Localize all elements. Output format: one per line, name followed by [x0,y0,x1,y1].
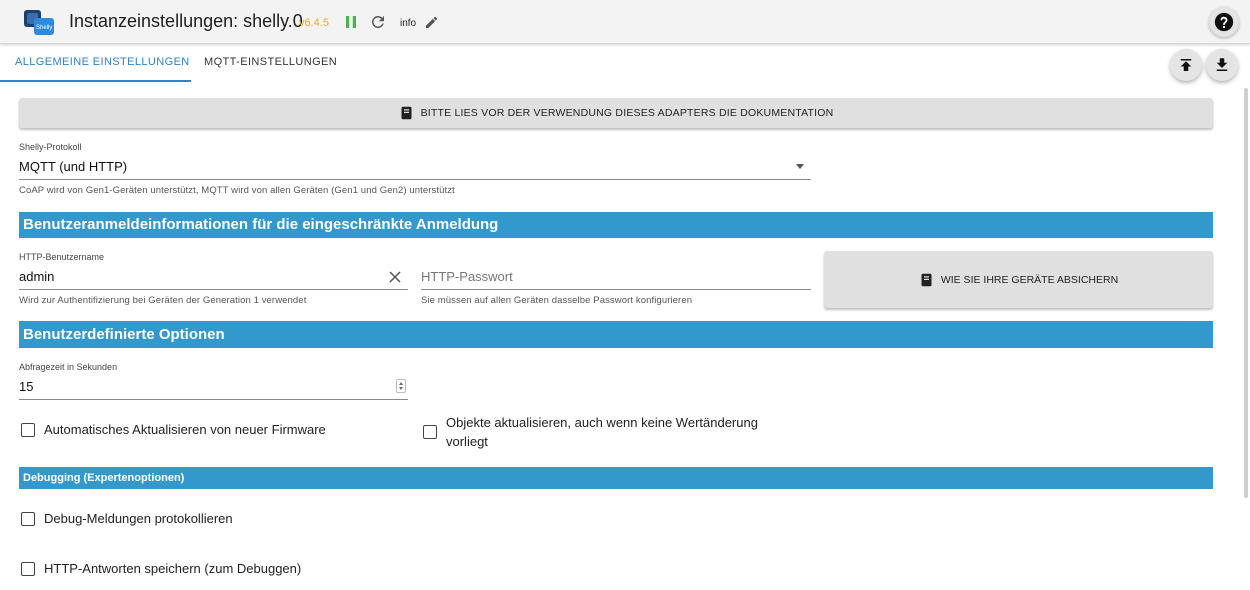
close-icon[interactable] [388,270,402,284]
protocol-helper: CoAP wird von Gen1-Geräten unterstützt, … [19,185,455,196]
app-header: Shelly Instanzeinstellungen: shelly.0 v6… [0,0,1250,44]
debug-log-label: Debug-Meldungen protokollieren [44,511,233,526]
section-custom-options: Benutzerdefinierte Optionen [19,321,1213,348]
protocol-label: Shelly-Protokoll [19,142,82,152]
book-icon [921,273,932,286]
shelly-logo-icon: Shelly [24,10,54,35]
pause-icon[interactable] [342,13,360,31]
section-credentials: Benutzeranmeldeinformationen für die ein… [19,212,1213,238]
log-level-label: info [400,18,417,29]
update-objects-label: Objekte aktualisieren, auch wenn keine W… [446,415,758,449]
book-icon [401,106,412,120]
poll-interval-input[interactable]: 15 [19,379,33,394]
edit-icon[interactable] [424,15,439,30]
password-input[interactable]: HTTP-Passwort [421,269,513,284]
secure-devices-button-label: WIE SIE IHRE GERÄTE ABSICHERN [940,273,1119,286]
tab-general-settings[interactable]: ALLGEMEINE EINSTELLUNGEN [15,56,190,68]
username-label: HTTP-Benutzername [19,252,105,262]
chevron-down-icon[interactable] [796,164,804,169]
poll-interval-underline [19,399,408,400]
active-tab-indicator [0,80,191,82]
documentation-button[interactable]: BITTE LIES VOR DER VERWENDUNG DIESES ADA… [19,98,1213,128]
password-helper: Sie müssen auf allen Geräten dasselbe Pa… [421,295,693,306]
poll-interval-label: Abfragezeit in Sekunden [19,362,118,372]
username-underline [19,289,408,290]
secure-devices-button[interactable]: WIE SIE IHRE GERÄTE ABSICHERN [824,251,1213,308]
upload-button[interactable] [1170,49,1202,81]
download-icon [1216,58,1228,71]
username-input[interactable]: admin [19,269,54,284]
update-objects-checkbox[interactable] [423,425,437,439]
protocol-select[interactable]: MQTT (und HTTP) [19,159,127,174]
username-helper: Wird zur Authentifizierung bei Geräten d… [19,295,307,306]
help-button[interactable] [1209,7,1239,37]
protocol-underline [19,179,811,180]
download-button[interactable] [1206,49,1238,81]
reload-icon[interactable] [369,13,387,31]
scrollbar[interactable] [1244,88,1248,498]
svg-text:Shelly: Shelly [36,25,52,31]
upload-icon [1180,59,1192,71]
page-title: Instanzeinstellungen: shelly.0 [69,11,303,31]
password-underline [421,289,811,290]
documentation-button-label: BITTE LIES VOR DER VERWENDUNG DIESES ADA… [420,107,834,119]
section-debugging: Debugging (Expertenoptionen) [19,467,1213,489]
help-icon [1214,12,1234,32]
number-stepper[interactable] [396,379,406,393]
version-label: v6.4.5 [299,17,329,29]
auto-update-checkbox[interactable] [21,423,35,437]
http-save-label: HTTP-Antworten speichern (zum Debuggen) [44,561,302,576]
tab-mqtt-settings[interactable]: MQTT-EINSTELLUNGEN [204,56,337,68]
http-save-checkbox[interactable] [21,562,35,576]
debug-log-checkbox[interactable] [21,512,35,526]
auto-update-label: Automatisches Aktualisieren von neuer Fi… [44,422,326,437]
